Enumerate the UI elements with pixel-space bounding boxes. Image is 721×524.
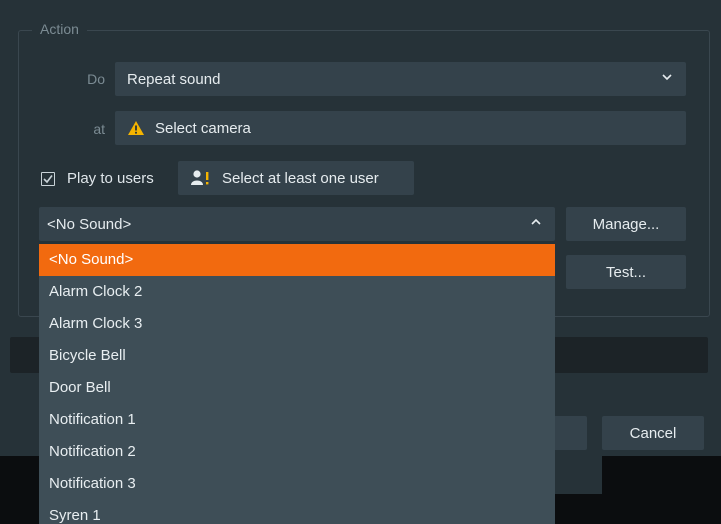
dropdown-item-syren-1[interactable]: Syren 1 (39, 500, 555, 524)
warning-icon (128, 121, 144, 135)
user-warning-icon (191, 170, 209, 185)
dropdown-item-door-bell[interactable]: Door Bell (39, 372, 555, 404)
manage-button[interactable]: Manage... (566, 207, 686, 241)
select-user-button[interactable]: Select at least one user (178, 161, 414, 195)
do-select-value: Repeat sound (127, 70, 221, 88)
sound-dropdown-list[interactable]: <No Sound> Alarm Clock 2 Alarm Clock 3 B… (39, 244, 555, 524)
do-label: Do (87, 71, 105, 87)
action-group-title: Action (32, 21, 87, 37)
dialog-edge (555, 456, 602, 494)
dropdown-item-notification-1[interactable]: Notification 1 (39, 404, 555, 436)
dropdown-item-alarm-clock-3[interactable]: Alarm Clock 3 (39, 308, 555, 340)
select-camera-button[interactable]: Select camera (115, 111, 686, 145)
test-button[interactable]: Test... (566, 255, 686, 289)
chevron-up-icon (531, 218, 541, 225)
select-user-label: Select at least one user (222, 169, 379, 187)
do-select[interactable]: Repeat sound (115, 62, 686, 96)
play-to-users-label: Play to users (67, 170, 154, 187)
cancel-button[interactable]: Cancel (602, 416, 704, 450)
dropdown-item-notification-3[interactable]: Notification 3 (39, 468, 555, 500)
sound-select-value: <No Sound> (47, 215, 132, 233)
at-label: at (93, 121, 105, 137)
dropdown-item-bicycle-bell[interactable]: Bicycle Bell (39, 340, 555, 372)
checkmark-icon (43, 175, 53, 184)
dropdown-item-notification-2[interactable]: Notification 2 (39, 436, 555, 468)
dropdown-item-no-sound[interactable]: <No Sound> (39, 244, 555, 276)
play-to-users-checkbox[interactable] (41, 172, 55, 186)
chevron-down-icon (662, 74, 672, 81)
select-camera-label: Select camera (155, 119, 251, 137)
sound-select[interactable]: <No Sound> (39, 207, 555, 241)
dropdown-item-alarm-clock-2[interactable]: Alarm Clock 2 (39, 276, 555, 308)
